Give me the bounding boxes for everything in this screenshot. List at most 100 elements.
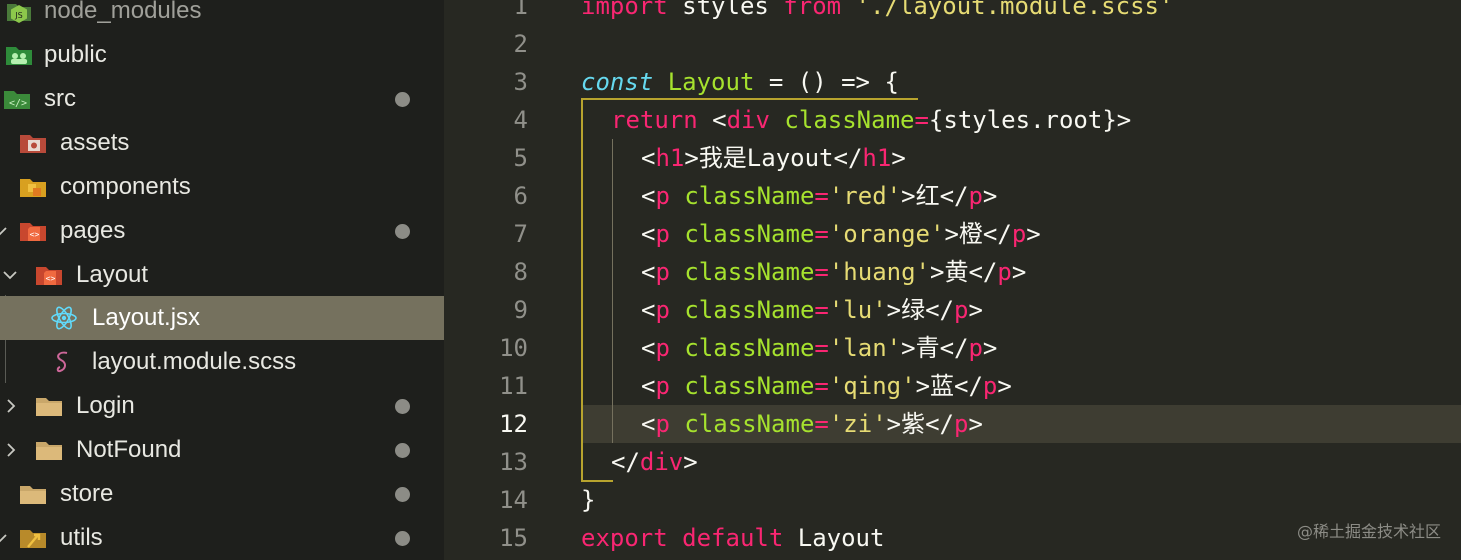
string-literal: 'lu'	[828, 296, 887, 324]
punct: >	[982, 182, 998, 210]
explorer-item-assets[interactable]: assets	[0, 121, 444, 165]
jsx-tag: p	[655, 296, 670, 324]
explorer-item-label: pages	[60, 217, 126, 244]
code-text: <p className='lan'>青</p>	[641, 329, 997, 367]
punct: >	[891, 144, 906, 172]
modified-indicator	[395, 223, 410, 239]
explorer-item-layout-scss[interactable]: layout.module.scss	[0, 340, 444, 384]
code-line[interactable]: 6 <p className='red'>红</p>	[444, 177, 1461, 215]
code-line[interactable]: 2	[444, 25, 1461, 63]
string-literal: 'qing'	[828, 372, 916, 400]
line-number: 13	[499, 448, 528, 476]
explorer-item-label: components	[60, 173, 191, 200]
line-number: 6	[513, 182, 528, 210]
code-editor[interactable]: 1 import styles from './layout.module.sc…	[444, 0, 1461, 560]
code-text: <p className='zi'>紫</p>	[641, 405, 983, 443]
code-line[interactable]: 11 <p className='qing'>蓝</p>	[444, 367, 1461, 405]
watermark: @稀土掘金技术社区	[1296, 522, 1441, 541]
line-number: 15	[499, 524, 528, 552]
line-number: 8	[513, 258, 528, 286]
jsx-text: 红	[915, 182, 940, 210]
explorer-item-label: assets	[60, 129, 130, 156]
jsx-text: 橙	[958, 220, 983, 248]
punct: <	[641, 182, 656, 210]
code-line[interactable]: 8 <p className='huang'>黄</p>	[444, 253, 1461, 291]
code-line[interactable]: 14 }	[444, 481, 1461, 519]
code-line[interactable]: 13 </div>	[444, 443, 1461, 481]
jsx-attr: className	[669, 296, 815, 324]
keyword-from: from	[783, 0, 842, 20]
bracket-pair-guide	[581, 98, 583, 482]
explorer-item-label: store	[60, 480, 114, 507]
jsx-tag: div	[639, 448, 684, 476]
jsx-tag: p	[954, 410, 969, 438]
punct: >	[915, 372, 931, 400]
punct: </	[939, 182, 969, 210]
code-line[interactable]: 4 return <div className={styles.root}>	[444, 101, 1461, 139]
indent-guide	[612, 139, 613, 443]
bracket-pair-guide-top	[581, 98, 918, 100]
punct: <	[641, 372, 656, 400]
chevron-right-icon[interactable]	[3, 442, 19, 458]
components-folder-icon	[18, 172, 48, 202]
jsx-attr: className	[669, 182, 815, 210]
string-literal: 'huang'	[828, 258, 931, 286]
code-line[interactable]: 3 const Layout = () => {	[444, 63, 1461, 101]
explorer-item-label: utils	[60, 524, 103, 551]
punct: >	[968, 410, 983, 438]
jsx-tag: p	[655, 372, 670, 400]
chevron-down-icon[interactable]	[0, 530, 8, 546]
jsx-attr: className	[669, 372, 815, 400]
chevron-down-icon[interactable]	[2, 267, 18, 283]
punct: </	[954, 372, 983, 400]
explorer-item-public[interactable]: public	[0, 33, 444, 77]
string-literal: './layout.module.scss'	[841, 0, 1174, 20]
punct: >	[901, 182, 916, 210]
jsx-text: 绿	[901, 296, 926, 324]
modified-indicator	[395, 442, 410, 458]
line-number: 7	[513, 220, 528, 248]
explorer-item-utils[interactable]: utils	[0, 516, 444, 560]
punct: </	[611, 448, 640, 476]
code-line[interactable]: 7 <p className='orange'>橙</p>	[444, 215, 1461, 253]
jsx-attr: className	[769, 106, 915, 134]
explorer-item-src[interactable]: </> src	[0, 77, 444, 121]
file-explorer: JS node_modules public </> src assets co…	[0, 0, 444, 560]
code-line[interactable]: 9 <p className='lu'>绿</p>	[444, 291, 1461, 329]
svg-text:<>: <>	[30, 230, 40, 239]
explorer-item-store[interactable]: store	[0, 472, 444, 516]
jsx-attr: className	[669, 258, 815, 286]
punct: >	[1116, 106, 1132, 134]
keyword-import: import	[581, 0, 668, 20]
code-line-current[interactable]: 12 <p className='zi'>紫</p>	[444, 405, 1461, 443]
punct: >	[997, 372, 1012, 400]
explorer-item-layout-folder[interactable]: <> Layout	[0, 253, 444, 297]
explorer-item-login[interactable]: Login	[0, 384, 444, 428]
punct: =	[814, 372, 829, 400]
punct: =	[814, 220, 829, 248]
code-line[interactable]: 5 <h1>我是Layout</h1>	[444, 139, 1461, 177]
explorer-item-layout-jsx[interactable]: Layout.jsx	[0, 296, 444, 340]
jsx-attr: className	[669, 410, 815, 438]
arrow-function: = () => {	[754, 68, 899, 96]
punct: }	[581, 486, 596, 514]
code-line[interactable]: 10 <p className='lan'>青</p>	[444, 329, 1461, 367]
chevron-right-icon[interactable]	[3, 398, 19, 414]
explorer-item-pages[interactable]: <> pages	[0, 209, 444, 253]
string-literal: 'zi'	[828, 410, 887, 438]
explorer-item-notfound[interactable]: NotFound	[0, 428, 444, 472]
punct: >	[683, 448, 698, 476]
code-text: <p className='huang'>黄</p>	[641, 253, 1026, 291]
line-number: 1	[513, 0, 528, 20]
line-number: 2	[513, 30, 528, 58]
explorer-item-label: Layout	[76, 261, 149, 288]
explorer-item-node-modules[interactable]: JS node_modules	[0, 0, 444, 33]
chevron-down-icon[interactable]	[0, 223, 8, 239]
jsx-text: 黄	[944, 258, 969, 286]
jsx-tag: p	[655, 334, 670, 362]
code-line[interactable]: 1 import styles from './layout.module.sc…	[444, 0, 1461, 25]
jsx-tag: p	[968, 182, 983, 210]
explorer-item-components[interactable]: components	[0, 165, 444, 209]
punct: >	[1026, 220, 1041, 248]
punct: =	[814, 410, 829, 438]
